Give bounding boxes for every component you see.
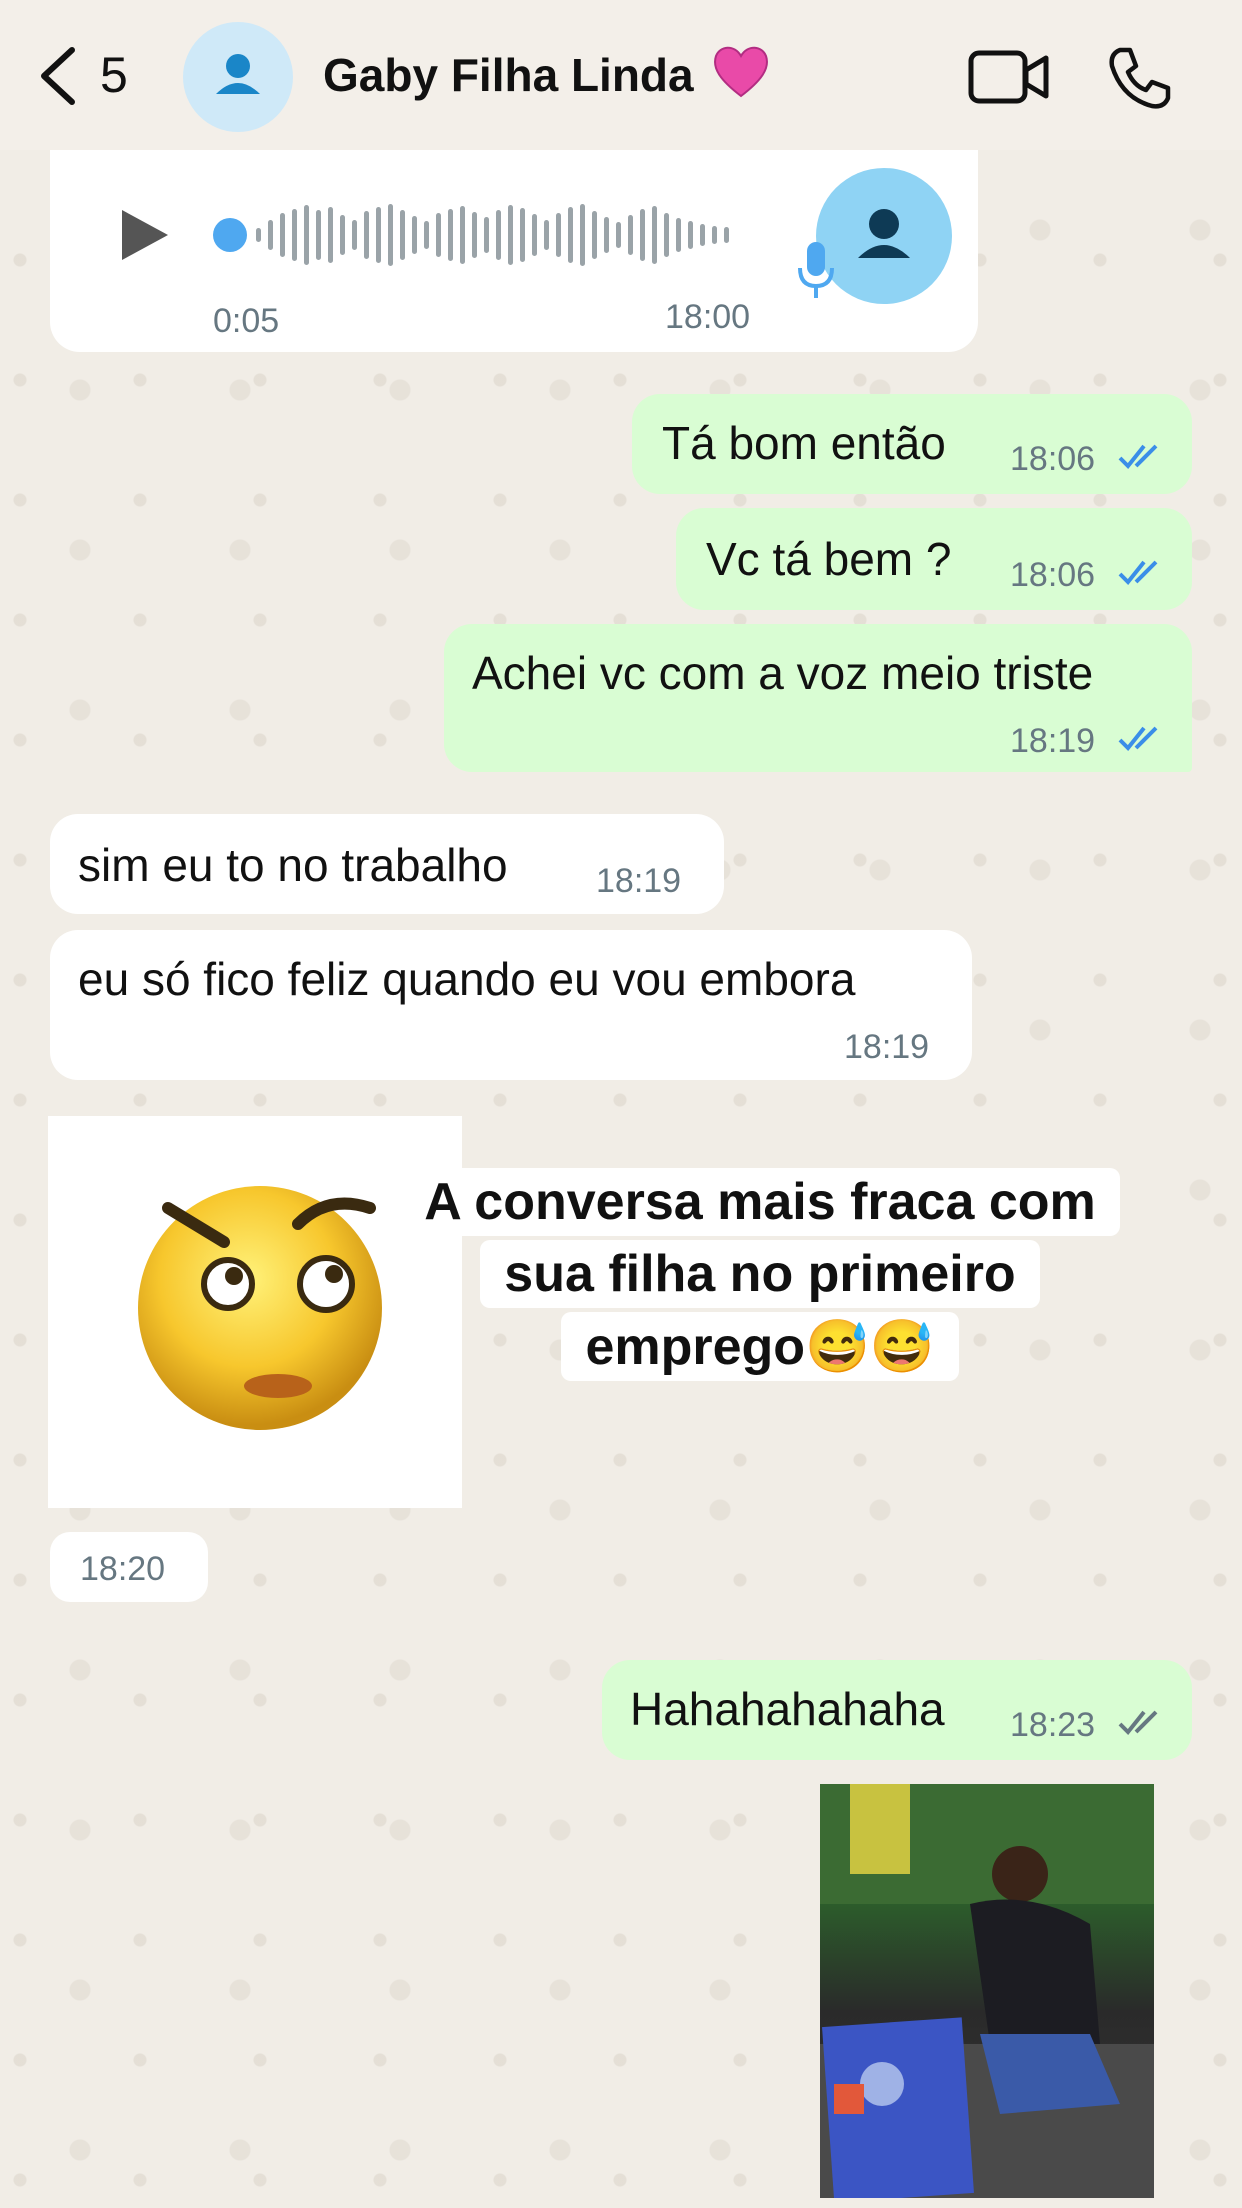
message-text: eu só fico feliz quando eu vou embora xyxy=(78,953,856,1005)
message-time: 18:19 xyxy=(596,862,682,900)
message-text: Vc tá bem ? xyxy=(706,533,952,585)
voice-duration: 0:05 xyxy=(213,302,280,340)
contact-avatar[interactable] xyxy=(183,22,293,132)
read-ticks-icon xyxy=(1118,726,1158,751)
video-message-thumbnail[interactable] xyxy=(820,1784,1154,2198)
message-text: Achei vc com a voz meio triste xyxy=(472,647,1094,699)
read-ticks-icon xyxy=(1118,560,1158,585)
message-text: Tá bom então xyxy=(662,417,946,469)
message-time: 18:06 xyxy=(1010,440,1096,478)
microphone-icon xyxy=(798,242,834,298)
message-time: 18:06 xyxy=(1010,556,1096,594)
video-call-icon[interactable] xyxy=(968,48,1050,106)
message-time: 18:19 xyxy=(844,1028,930,1066)
voice-time: 18:00 xyxy=(665,298,751,336)
chat-header: 5 Gaby Filha Linda xyxy=(0,0,1242,150)
caption-line: emprego😅😅 xyxy=(561,1312,959,1381)
play-icon[interactable] xyxy=(118,208,170,262)
heart-emoji-icon xyxy=(714,46,768,98)
voice-sender-avatar xyxy=(816,168,952,304)
unread-count[interactable]: 5 xyxy=(100,46,128,104)
caption-line: A conversa mais fraca com xyxy=(400,1168,1120,1236)
person-icon xyxy=(216,54,260,94)
video-caption-overlay: A conversa mais fraca com sua filha no p… xyxy=(330,1166,1190,1383)
message-time: 18:23 xyxy=(1010,1706,1096,1744)
contact-name[interactable]: Gaby Filha Linda xyxy=(323,48,694,102)
read-ticks-icon xyxy=(1118,444,1158,469)
person-icon xyxy=(858,209,910,258)
delivered-ticks-icon xyxy=(1118,1710,1158,1735)
message-text: Hahahahahaha xyxy=(630,1683,945,1735)
message-time: 18:19 xyxy=(1010,722,1096,760)
video-preview-image xyxy=(820,1784,1154,2198)
message-text: sim eu to no trabalho xyxy=(78,839,508,891)
audio-waveform[interactable] xyxy=(212,202,752,268)
caption-line: sua filha no primeiro xyxy=(480,1240,1040,1308)
chevron-left-icon[interactable] xyxy=(34,44,94,108)
message-time: 18:20 xyxy=(80,1550,166,1588)
phone-icon[interactable] xyxy=(1106,46,1172,112)
